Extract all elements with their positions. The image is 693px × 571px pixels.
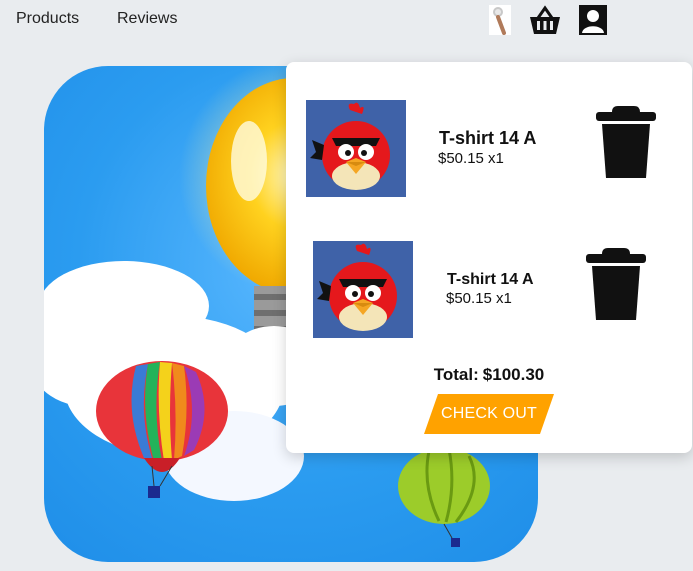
red-bird-thumbnail [313,241,413,338]
trash-icon[interactable] [576,242,656,330]
nav-link-products[interactable]: Products [16,10,79,28]
total-value: $100.30 [482,365,545,384]
page: Products Reviews T-shirt 14 A $50.15 x1 … [0,0,693,571]
item-price: $50.15 x1 [438,150,504,167]
nav-link-reviews[interactable]: Reviews [117,10,177,28]
trash-icon[interactable] [586,100,666,188]
checkout-button[interactable]: CHECK OUT [424,394,554,434]
item-title: T-shirt 14 A [447,271,534,288]
search-icon[interactable] [489,5,511,35]
cart-item: T-shirt 14 A $50.15 x1 [286,240,692,350]
basket-icon[interactable] [528,5,562,37]
user-icon[interactable] [579,5,607,35]
cart-dropdown: T-shirt 14 A $50.15 x1 T-shirt 14 A $50.… [286,62,692,453]
cart-total: Total: $100.30 [286,365,692,385]
cart-item: T-shirt 14 A $50.15 x1 [286,98,692,208]
item-price: $50.15 x1 [446,290,512,307]
red-bird-thumbnail [306,100,406,197]
item-title: T-shirt 14 A [439,128,537,148]
checkout-label: CHECK OUT [440,405,538,422]
top-nav: Products Reviews [0,0,693,40]
total-label: Total: [433,365,479,384]
